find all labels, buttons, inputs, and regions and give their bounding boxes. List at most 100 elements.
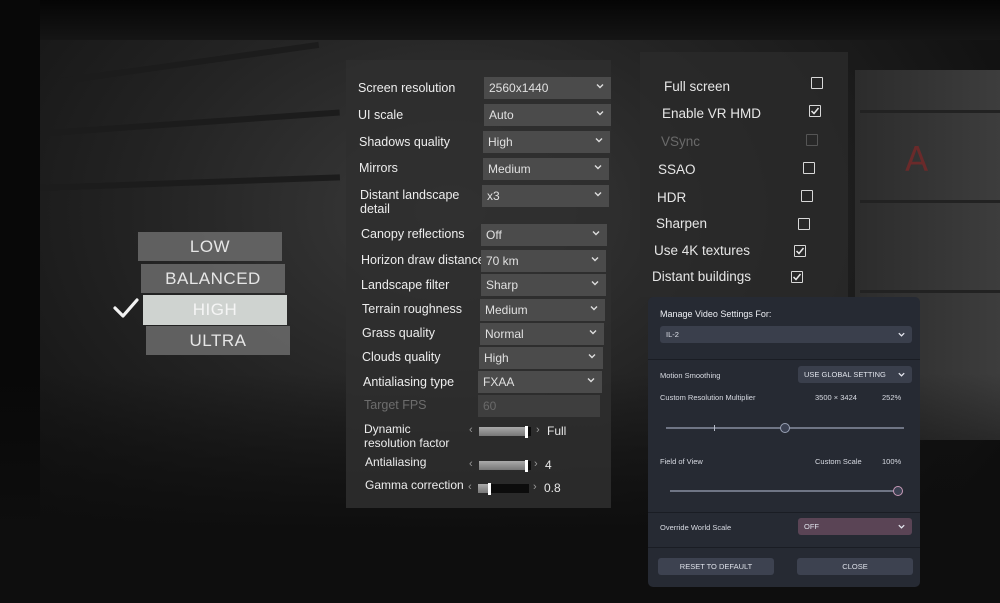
decrease-arrow-icon[interactable]: ‹ <box>468 481 472 493</box>
dynamic-resolution-label: Dynamic resolution factor <box>364 422 450 450</box>
chevron-down-icon <box>592 231 600 236</box>
field-of-view-label: Field of View <box>660 457 703 466</box>
slider-track <box>478 483 529 495</box>
canopy-reflections-label: Canopy reflections <box>361 227 465 241</box>
fov-mode-label: Custom Scale <box>815 457 862 466</box>
horizon-draw-distance-dropdown[interactable]: 70 km <box>481 250 606 272</box>
checkmark-icon <box>792 273 802 281</box>
screen-resolution-dropdown[interactable]: 2560x1440 <box>484 77 611 99</box>
gamma-correction-slider[interactable]: ‹ › 0.8 <box>468 481 568 495</box>
slider-thumb[interactable] <box>525 460 529 472</box>
clouds-quality-label: Clouds quality <box>362 350 441 364</box>
vsync-checkbox <box>806 134 818 146</box>
target-fps-label: Target FPS <box>364 398 427 412</box>
decrease-arrow-icon[interactable]: ‹ <box>469 458 473 470</box>
preset-low-button[interactable]: LOW <box>138 232 282 261</box>
recommended-tick <box>714 425 715 431</box>
chevron-down-icon <box>591 281 599 286</box>
antialiasing-slider[interactable]: ‹ › 4 <box>469 458 559 472</box>
wall-sign: A <box>905 140 929 180</box>
chevron-down-icon <box>594 165 602 170</box>
chevron-down-icon <box>590 306 598 311</box>
checkmark-icon <box>810 107 820 115</box>
distant-buildings-label: Distant buildings <box>652 269 752 284</box>
motion-smoothing-dropdown[interactable]: USE GLOBAL SETTING <box>798 366 912 383</box>
overlay-title: Manage Video Settings For: <box>660 309 772 319</box>
target-fps-input: 60 <box>478 395 600 417</box>
distant-landscape-dropdown[interactable]: x3 <box>482 185 609 207</box>
hdr-label: HDR <box>657 190 687 205</box>
distant-buildings-checkbox[interactable] <box>791 271 803 283</box>
use-4k-textures-label: Use 4K textures <box>654 243 751 258</box>
chevron-down-icon <box>596 111 604 116</box>
chevron-down-icon <box>591 257 599 262</box>
enable-vr-hmd-checkbox[interactable] <box>809 105 821 117</box>
terrain-roughness-dropdown[interactable]: Medium <box>480 299 605 321</box>
antialiasing-label: Antialiasing <box>365 455 427 469</box>
chevron-down-icon <box>588 354 596 359</box>
sharpen-label: Sharpen <box>656 216 708 231</box>
motion-smoothing-label: Motion Smoothing <box>660 371 721 380</box>
app-select-dropdown[interactable]: IL-2 <box>660 326 912 343</box>
distant-landscape-label: Distant landscape detail <box>360 188 460 216</box>
mirrors-label: Mirrors <box>359 161 398 175</box>
shadows-quality-dropdown[interactable]: High <box>483 131 610 153</box>
screen-resolution-label: Screen resolution <box>358 81 456 95</box>
fov-slider-knob[interactable] <box>893 486 903 496</box>
custom-resolution-percent: 252% <box>882 393 902 402</box>
mirrors-dropdown[interactable]: Medium <box>483 158 609 180</box>
gamma-correction-label: Gamma correction <box>365 478 464 492</box>
chevron-down-icon <box>898 332 905 337</box>
dynamic-resolution-value: Full <box>547 424 567 438</box>
landscape-filter-label: Landscape filter <box>361 278 450 292</box>
vsync-label: VSync <box>661 134 701 149</box>
ssao-checkbox[interactable] <box>803 162 815 174</box>
fov-slider-track[interactable] <box>670 490 898 492</box>
slider-thumb[interactable] <box>487 483 491 495</box>
preset-ultra-button[interactable]: ULTRA <box>146 326 290 355</box>
antialiasing-value: 4 <box>545 458 552 472</box>
canopy-reflections-dropdown[interactable]: Off <box>481 224 607 246</box>
use-4k-textures-checkbox[interactable] <box>794 245 806 257</box>
grass-quality-label: Grass quality <box>362 326 435 340</box>
horizon-draw-distance-label: Horizon draw distance <box>361 253 485 267</box>
divider <box>648 547 920 548</box>
world-scale-dropdown[interactable]: OFF <box>798 518 912 535</box>
antialiasing-type-dropdown[interactable]: FXAA <box>478 371 602 393</box>
chevron-down-icon <box>898 372 905 377</box>
steamvr-video-settings-overlay: Manage Video Settings For: IL-2 Motion S… <box>648 297 920 587</box>
selected-checkmark-icon <box>113 298 139 318</box>
dynamic-resolution-slider[interactable]: ‹ › Full <box>469 424 569 438</box>
increase-arrow-icon[interactable]: › <box>533 481 537 493</box>
chevron-down-icon <box>594 192 602 197</box>
close-button[interactable]: CLOSE <box>797 558 913 575</box>
ssao-label: SSAO <box>658 162 696 177</box>
decrease-arrow-icon[interactable]: ‹ <box>469 424 473 436</box>
ui-scale-dropdown[interactable]: Auto <box>484 104 611 126</box>
override-world-scale-label: Override World Scale <box>660 523 732 532</box>
full-screen-label: Full screen <box>664 79 731 94</box>
increase-arrow-icon[interactable]: › <box>536 424 540 436</box>
custom-resolution-size: 3500 × 3424 <box>815 393 857 402</box>
chevron-down-icon <box>596 84 604 89</box>
divider <box>648 359 920 360</box>
sharpen-checkbox[interactable] <box>798 218 810 230</box>
chevron-down-icon <box>587 378 595 383</box>
divider <box>648 512 920 513</box>
chevron-down-icon <box>898 524 905 529</box>
increase-arrow-icon[interactable]: › <box>534 458 538 470</box>
landscape-filter-dropdown[interactable]: Sharp <box>481 274 606 296</box>
slider-thumb[interactable] <box>525 426 529 438</box>
full-screen-checkbox[interactable] <box>811 77 823 89</box>
enable-vr-hmd-label: Enable VR HMD <box>662 106 762 121</box>
clouds-quality-dropdown[interactable]: High <box>479 347 603 369</box>
gamma-correction-value: 0.8 <box>544 481 561 495</box>
antialiasing-type-label: Antialiasing type <box>363 375 455 389</box>
hdr-checkbox[interactable] <box>801 190 813 202</box>
grass-quality-dropdown[interactable]: Normal <box>480 323 604 345</box>
preset-balanced-button[interactable]: BALANCED <box>141 264 285 293</box>
resolution-slider-knob[interactable] <box>780 423 790 433</box>
reset-to-default-button[interactable]: RESET TO DEFAULT <box>658 558 774 575</box>
preset-high-button[interactable]: HIGH <box>143 295 287 325</box>
terrain-roughness-label: Terrain roughness <box>362 302 463 316</box>
